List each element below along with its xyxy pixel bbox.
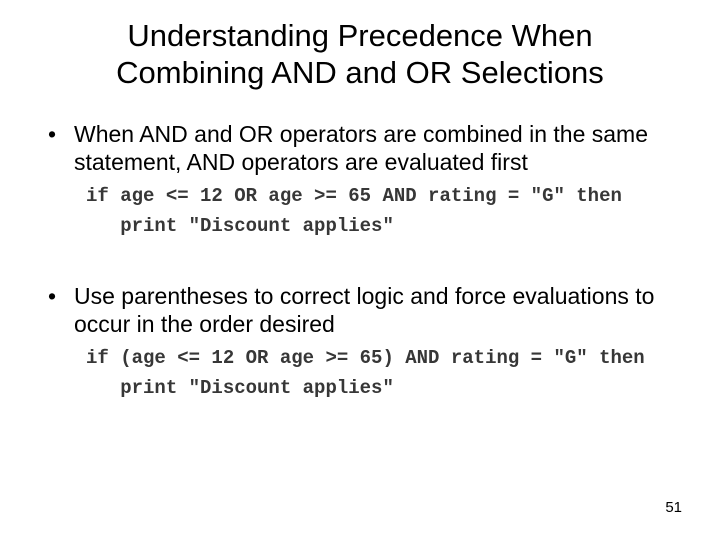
slide-body: When AND and OR operators are combined i…: [0, 91, 720, 403]
page-number: 51: [665, 499, 682, 516]
bullet-list: When AND and OR operators are combined i…: [40, 121, 680, 176]
code-block-2: if (age <= 12 OR age >= 65) AND rating =…: [86, 344, 680, 403]
code1-line2: print "Discount applies": [86, 215, 394, 237]
slide: Understanding Precedence When Combining …: [0, 0, 720, 540]
spacing: [40, 263, 680, 283]
code2-line1: if (age <= 12 OR age >= 65) AND rating =…: [86, 347, 645, 369]
bullet-text-2: Use parentheses to correct logic and for…: [74, 283, 654, 337]
code-block-1: if age <= 12 OR age >= 65 AND rating = "…: [86, 182, 680, 241]
code1-line1: if age <= 12 OR age >= 65 AND rating = "…: [86, 185, 622, 207]
bullet-list-2: Use parentheses to correct logic and for…: [40, 283, 680, 338]
bullet-item-1: When AND and OR operators are combined i…: [40, 121, 680, 176]
title-line-1: Understanding Precedence When: [127, 18, 592, 53]
code2-line2: print "Discount applies": [86, 377, 394, 399]
bullet-text-1: When AND and OR operators are combined i…: [74, 121, 648, 175]
title-line-2: Combining AND and OR Selections: [116, 55, 604, 90]
slide-title: Understanding Precedence When Combining …: [0, 0, 720, 91]
bullet-item-2: Use parentheses to correct logic and for…: [40, 283, 680, 338]
